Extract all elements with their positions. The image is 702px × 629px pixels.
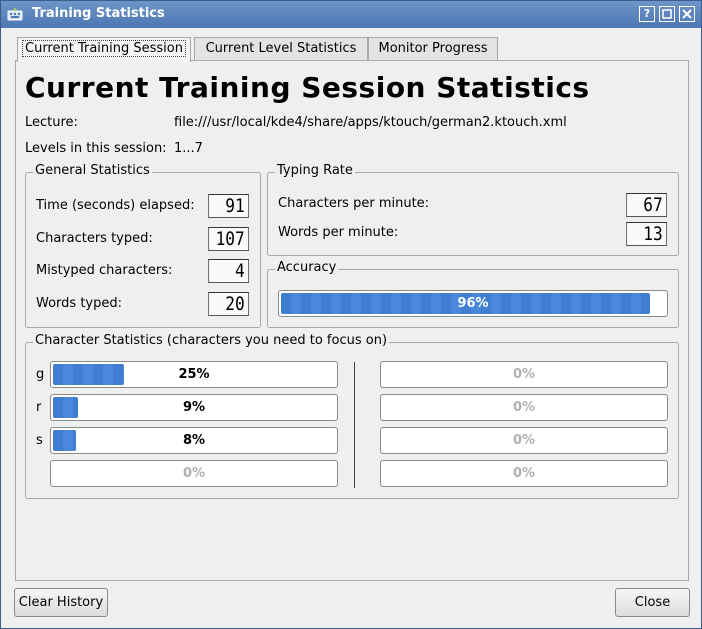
close-icon bbox=[682, 9, 692, 19]
column-divider bbox=[354, 362, 355, 488]
char-percent-text: 0% bbox=[512, 433, 536, 448]
lecture-value: file:///usr/local/kde4/share/apps/ktouch… bbox=[174, 115, 567, 130]
levels-label: Levels in this session: bbox=[25, 141, 167, 156]
characters-typed-label: Characters typed: bbox=[36, 231, 153, 246]
window-title: Training Statistics bbox=[32, 6, 165, 21]
time-elapsed-label: Time (seconds) elapsed: bbox=[36, 198, 195, 213]
keyboard-app-icon bbox=[7, 8, 23, 21]
page-title: Current Training Session Statistics bbox=[25, 71, 590, 104]
help-button[interactable]: ? bbox=[639, 6, 655, 22]
char-percent-text: 0% bbox=[512, 400, 536, 415]
tab-monitor-progress[interactable]: Monitor Progress bbox=[368, 37, 498, 61]
char-label-s: s bbox=[36, 433, 43, 448]
tab-label: Current Level Statistics bbox=[205, 41, 357, 56]
char-progress-bar: 0% bbox=[380, 427, 668, 454]
levels-value: 1...7 bbox=[174, 141, 203, 156]
char-progress-bar: 0% bbox=[380, 394, 668, 421]
char-progress-bar: 9% bbox=[50, 394, 338, 421]
time-elapsed-display: 91 bbox=[208, 194, 249, 218]
char-label-r: r bbox=[36, 400, 42, 415]
tab-current-level-statistics[interactable]: Current Level Statistics bbox=[194, 37, 368, 61]
clear-history-button[interactable]: Clear History bbox=[14, 588, 108, 617]
maximize-icon bbox=[662, 9, 672, 19]
tab-label: Current Training Session bbox=[22, 40, 186, 57]
char-percent-text: 8% bbox=[182, 433, 206, 448]
tab-current-training-session[interactable]: Current Training Session bbox=[17, 37, 191, 62]
close-window-button[interactable] bbox=[679, 6, 695, 22]
char-progress-bar: 0% bbox=[380, 361, 668, 388]
char-progress-bar: 25% bbox=[50, 361, 338, 388]
accuracy-percent-text: 96% bbox=[457, 296, 489, 311]
char-percent-text: 0% bbox=[182, 466, 206, 481]
training-statistics-window: Training Statistics ? Current Training S… bbox=[0, 0, 702, 629]
char-percent-text: 0% bbox=[512, 367, 536, 382]
general-statistics-title: General Statistics bbox=[33, 163, 152, 178]
char-percent-text: 9% bbox=[182, 400, 206, 415]
char-label-g: g bbox=[36, 367, 45, 382]
char-progress-bar: 0% bbox=[50, 460, 338, 487]
mistyped-characters-display: 4 bbox=[208, 259, 249, 283]
tab-label: Monitor Progress bbox=[378, 41, 488, 56]
char-progress-bar: 0% bbox=[380, 460, 668, 487]
characters-per-minute-display: 67 bbox=[626, 193, 667, 217]
words-typed-display: 20 bbox=[208, 292, 249, 316]
words-per-minute-label: Words per minute: bbox=[278, 225, 399, 240]
words-typed-label: Words typed: bbox=[36, 296, 122, 311]
char-percent-text: 25% bbox=[178, 367, 210, 382]
typing-rate-title: Typing Rate bbox=[275, 163, 355, 178]
characters-typed-display: 107 bbox=[208, 227, 249, 251]
close-button[interactable]: Close bbox=[615, 588, 690, 617]
mistyped-characters-label: Mistyped characters: bbox=[36, 263, 173, 278]
accuracy-title: Accuracy bbox=[275, 260, 339, 275]
char-percent-text: 0% bbox=[512, 466, 536, 481]
char-progress-bar: 8% bbox=[50, 427, 338, 454]
lecture-label: Lecture: bbox=[25, 115, 78, 130]
accuracy-progress-bar: 96% bbox=[278, 290, 668, 317]
typing-rate-group: Typing Rate bbox=[267, 163, 679, 256]
character-statistics-title: Character Statistics (characters you nee… bbox=[33, 333, 390, 348]
words-per-minute-display: 13 bbox=[626, 222, 667, 246]
characters-per-minute-label: Characters per minute: bbox=[278, 196, 430, 211]
maximize-button[interactable] bbox=[659, 6, 675, 22]
title-bar[interactable]: Training Statistics ? bbox=[1, 1, 701, 28]
